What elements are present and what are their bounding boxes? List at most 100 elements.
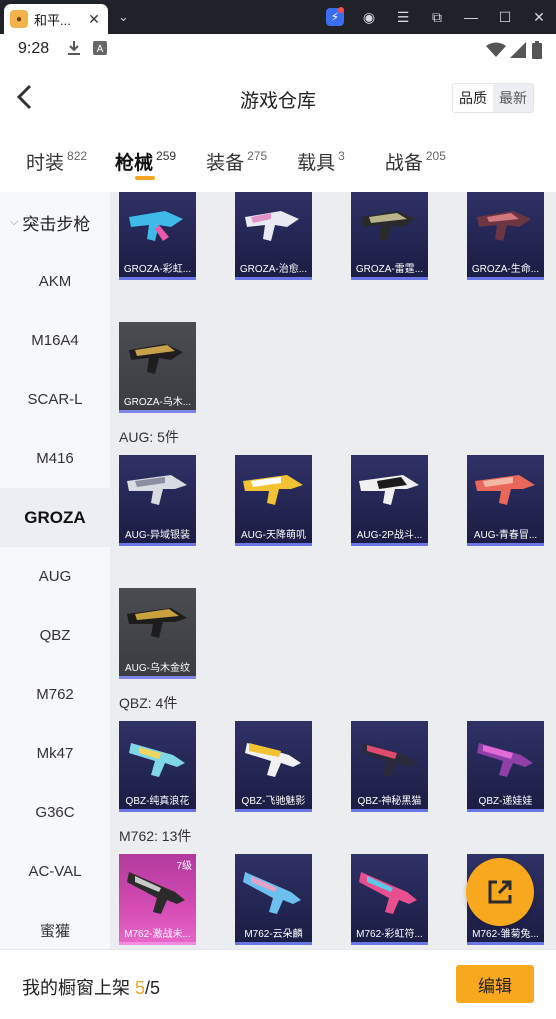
menu-icon[interactable]: ☰ xyxy=(386,0,420,34)
boost-icon[interactable]: ⚡ xyxy=(318,0,352,34)
rifle-icon xyxy=(477,743,533,777)
sidebar-item-aug[interactable]: AUG xyxy=(0,547,110,606)
skin-name: QBZ-递娃娃 xyxy=(478,796,533,807)
tab-count: 275 xyxy=(247,149,268,163)
rifle-icon xyxy=(361,743,417,777)
svg-text:A: A xyxy=(97,44,104,55)
minimize-icon[interactable]: — xyxy=(454,0,488,34)
status-bar: 9:28 A xyxy=(0,34,556,64)
skin-card[interactable]: 7级 M762-激战未... xyxy=(119,854,196,945)
tab-equipment[interactable]: 装备 275 xyxy=(206,132,267,188)
skin-card[interactable]: GROZA-乌木... xyxy=(119,322,196,413)
skin-card[interactable]: GROZA-雷霆... xyxy=(351,192,428,280)
skin-card[interactable]: QBZ-神秘黑猫 xyxy=(351,721,428,812)
screenshot-icon[interactable]: ⧉ xyxy=(420,0,454,34)
rifle-icon xyxy=(475,475,535,505)
skin-card[interactable]: QBZ-纯真浪花 xyxy=(119,721,196,812)
sort-toggle: 品质 最新 xyxy=(452,83,534,113)
edit-button[interactable]: 编辑 xyxy=(456,965,534,1003)
sidebar-item-scar-l[interactable]: SCAR-L xyxy=(0,370,110,429)
skin-card[interactable]: AUG-乌木金纹 xyxy=(119,588,196,679)
skin-name: AUG-2P战斗... xyxy=(356,530,423,541)
skin-name: AUG-乌木金纹 xyxy=(125,663,190,674)
wifi-icon xyxy=(486,42,506,63)
sidebar-item-qbz[interactable]: QBZ xyxy=(0,606,110,665)
tab-guns[interactable]: 枪械 259 xyxy=(115,132,176,188)
showcase-total: /5 xyxy=(145,978,161,998)
window-tab[interactable]: ● 和平... ✕ xyxy=(4,4,108,34)
sidebar-item-mk47[interactable]: Mk47 xyxy=(0,724,110,783)
sidebar-group-assault-rifle[interactable]: ⌵ 突击步枪 xyxy=(0,192,110,252)
tab-count: 822 xyxy=(67,149,88,163)
tab-costume[interactable]: 时装 822 xyxy=(26,132,87,188)
rifle-icon xyxy=(245,743,301,777)
rifle-icon xyxy=(129,211,183,241)
battery-icon xyxy=(532,41,542,64)
tab-count: 259 xyxy=(156,149,177,163)
skin-card[interactable]: AUG-异域银装 xyxy=(119,455,196,546)
skin-card[interactable]: QBZ-飞驰魅影 xyxy=(235,721,312,812)
sidebar-item-m416[interactable]: M416 xyxy=(0,429,110,488)
chevron-down-icon: ⌵ xyxy=(10,215,19,228)
rifle-icon xyxy=(127,608,187,638)
tab-count: 205 xyxy=(425,149,446,163)
close-window-icon[interactable]: ✕ xyxy=(522,0,556,34)
rifle-icon xyxy=(245,211,299,241)
sort-newest-button[interactable]: 最新 xyxy=(493,84,533,112)
font-icon: A xyxy=(93,40,108,58)
rifle-icon xyxy=(359,872,417,914)
account-icon[interactable]: ◉ xyxy=(352,0,386,34)
weapon-type-sidebar: ⌵ 突击步枪 AKM M16A4 SCAR-L M416 GROZA AUG Q… xyxy=(0,192,110,949)
section-title-aug: AUG: 5件 xyxy=(119,429,179,445)
skin-card[interactable]: M762-彩虹符... xyxy=(351,854,428,945)
tab-supplies[interactable]: 战备 205 xyxy=(385,132,446,188)
close-tab-icon[interactable]: ✕ xyxy=(86,11,102,28)
sidebar-item-akm[interactable]: AKM xyxy=(0,252,110,311)
skin-card[interactable]: GROZA-治愈... xyxy=(235,192,312,280)
aug-row-2: AUG-乌木金纹 xyxy=(119,588,235,679)
tab-label: 载具 xyxy=(297,153,336,174)
qbz-row-1: QBZ-纯真浪花 QBZ-飞驰魅影 QBZ-神秘黑猫 QBZ-递娃娃 xyxy=(119,721,556,812)
rifle-icon xyxy=(243,475,303,505)
sidebar-item-ac-val[interactable]: AC-VAL xyxy=(0,842,110,901)
skin-name: QBZ-神秘黑猫 xyxy=(357,796,422,807)
showcase-label: 我的橱窗上架 xyxy=(22,978,136,998)
share-button[interactable] xyxy=(466,858,534,926)
skin-card[interactable]: AUG-天降萌叽 xyxy=(235,455,312,546)
sidebar-item-groza[interactable]: GROZA xyxy=(0,488,110,547)
groza-row-2: GROZA-乌木... xyxy=(119,322,235,413)
sidebar-item-honey-badger[interactable]: 蜜獾 xyxy=(0,901,110,949)
skin-name: AUG-青春冒... xyxy=(473,530,538,541)
rifle-icon xyxy=(243,872,301,914)
tab-dropdown-icon[interactable]: ⌄ xyxy=(118,9,129,25)
skin-name: AUG-异域银装 xyxy=(125,530,190,541)
sort-quality-button[interactable]: 品质 xyxy=(453,84,493,112)
app-icon: ● xyxy=(10,10,28,28)
sidebar-item-m762[interactable]: M762 xyxy=(0,665,110,724)
skin-card[interactable]: M762-云朵麟 xyxy=(235,854,312,945)
rifle-icon xyxy=(477,211,531,241)
tab-vehicles[interactable]: 载具 3 xyxy=(297,132,345,188)
skin-card[interactable]: GROZA-彩虹... xyxy=(119,192,196,280)
tab-label: 战备 xyxy=(384,153,423,174)
section-title-m762: M762: 13件 xyxy=(119,828,192,844)
tab-label: 装备 xyxy=(206,153,245,174)
rifle-icon xyxy=(127,475,187,505)
skin-card[interactable]: AUG-2P战斗... xyxy=(351,455,428,546)
sidebar-item-m16a4[interactable]: M16A4 xyxy=(0,311,110,370)
active-tab-indicator xyxy=(135,176,156,180)
skin-card[interactable]: GROZA-生命... xyxy=(467,192,544,280)
rifle-icon xyxy=(129,743,185,777)
aug-row-1: AUG-异域银装 AUG-天降萌叽 AUG-2P战斗... AUG-青春冒... xyxy=(119,455,556,546)
category-tabs: 时装 822 枪械 259 装备 275 载具 3 战备 205 xyxy=(0,132,556,188)
skin-card[interactable]: QBZ-递娃娃 xyxy=(467,721,544,812)
tab-count: 3 xyxy=(338,149,345,163)
rifle-icon xyxy=(359,475,419,505)
skin-name: QBZ-飞驰魅影 xyxy=(241,796,306,807)
skin-card[interactable]: AUG-青春冒... xyxy=(467,455,544,546)
maximize-icon[interactable]: ☐ xyxy=(488,0,522,34)
skin-name: QBZ-纯真浪花 xyxy=(125,796,190,807)
sidebar-group-label: 突击步枪 xyxy=(22,214,91,234)
section-title-qbz: QBZ: 4件 xyxy=(119,695,178,711)
sidebar-item-g36c[interactable]: G36C xyxy=(0,783,110,842)
